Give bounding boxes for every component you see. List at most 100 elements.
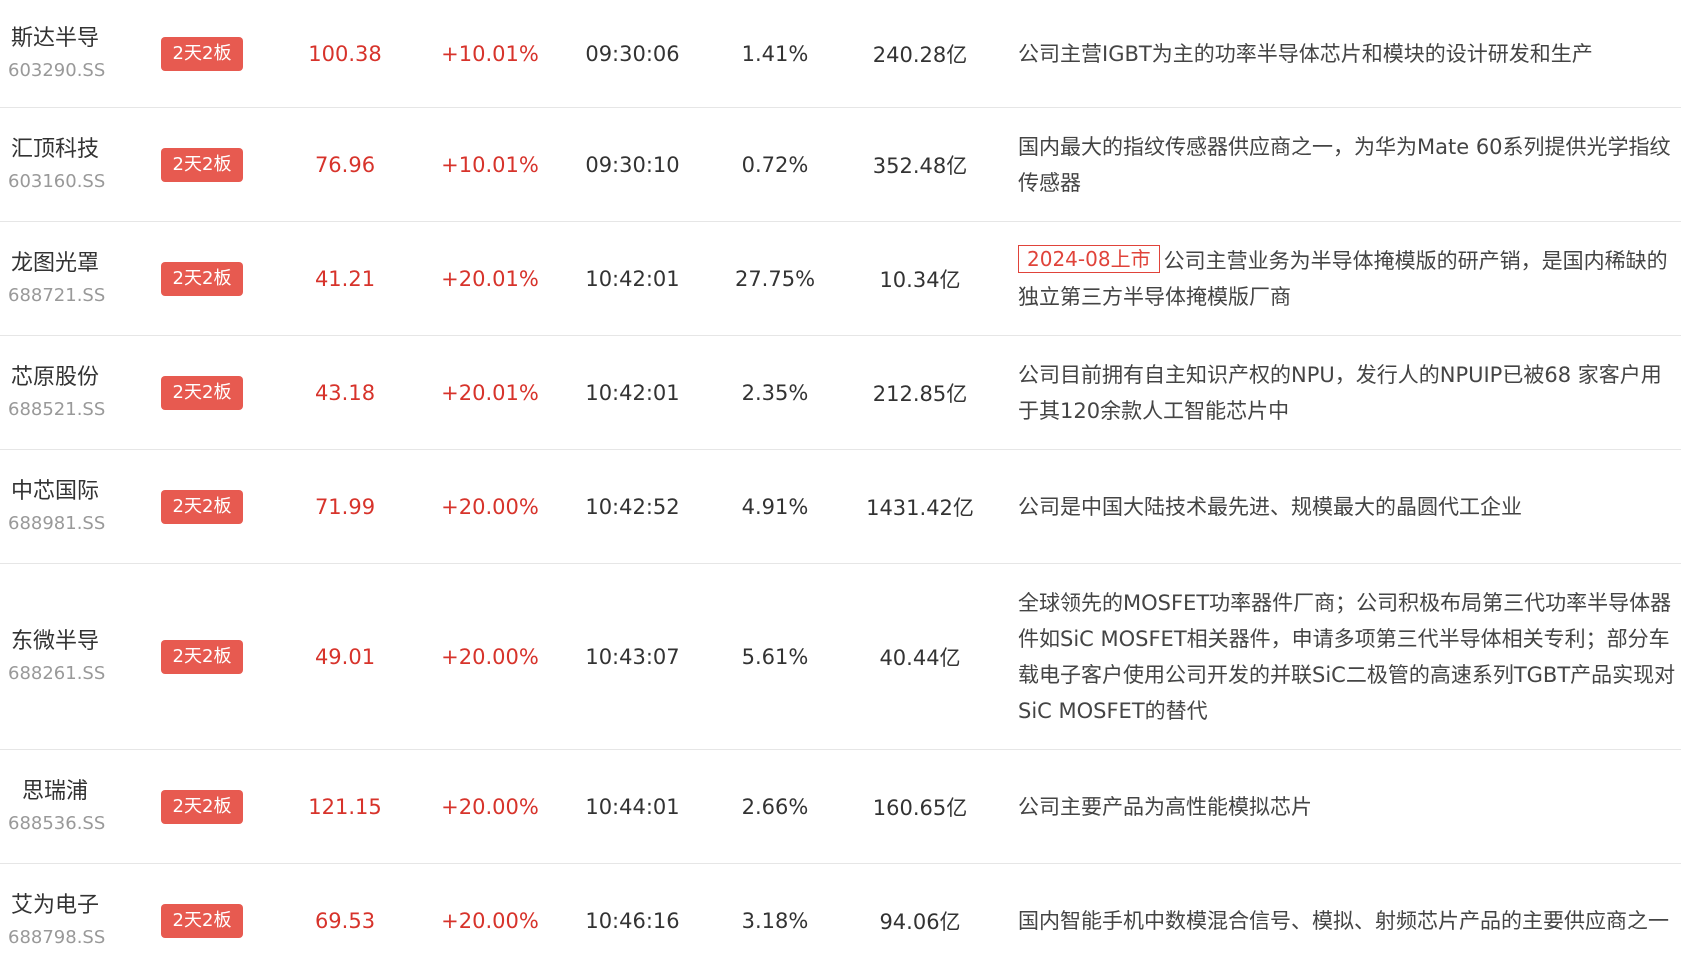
stock-code: 688521.SS [8,398,106,420]
description-cell: 公司主要产品为高性能模拟芯片 [1018,750,1681,863]
market-cap: 1431.42亿 [866,495,974,520]
description-cell: 国内智能手机中数模混合信号、模拟、射频芯片产品的主要供应商之一 [1018,864,1681,978]
stock-name-cell: 艾为电子 688798.SS [0,864,138,978]
stock-code: 688536.SS [8,812,106,834]
turnover-rate: 2.35% [741,380,809,405]
stock-name[interactable]: 艾为电子 [8,891,99,921]
change-percent: +20.01% [441,266,539,291]
market-cap: 160.65亿 [872,795,968,820]
table-row[interactable]: 斯达半导 603290.SS 2天2板 100.38 +10.01% 09:30… [0,0,1681,108]
limit-up-time: 09:30:10 [585,152,680,177]
limit-up-badge: 2天2板 [160,639,244,674]
description: 公司主要产品为高性能模拟芯片 [1018,794,1312,819]
listing-date-tag: 2024-08上市 [1018,244,1160,273]
description-cell: 2024-08上市 公司主营业务为半导体掩模版的研产销，是国内稀缺的独立第三方半导… [1018,222,1681,335]
turnover-rate: 4.91% [741,494,809,519]
price: 76.96 [314,152,376,177]
description-cell: 公司主营IGBT为主的功率半导体芯片和模块的设计研发和生产 [1018,0,1681,107]
price: 43.18 [314,380,376,405]
description: 全球领先的MOSFET功率器件厂商；公司积极布局第三代功率半导体器件如SiC M… [1018,590,1676,723]
stock-name[interactable]: 龙图光罩 [8,249,99,279]
limit-up-time: 10:43:07 [585,644,680,669]
stock-name[interactable]: 中芯国际 [8,477,99,507]
table-row[interactable]: 汇顶科技 603160.SS 2天2板 76.96 +10.01% 09:30:… [0,108,1681,222]
change-percent: +20.01% [441,380,539,405]
limit-up-badge: 2天2板 [160,261,244,296]
description: 公司是中国大陆技术最先进、规模最大的晶圆代工企业 [1018,494,1522,519]
limit-up-badge-cell: 2天2板 [157,222,247,335]
table-row[interactable]: 思瑞浦 688536.SS 2天2板 121.15 +20.00% 10:44:… [0,750,1681,864]
description-cell: 全球领先的MOSFET功率器件厂商；公司积极布局第三代功率半导体器件如SiC M… [1018,564,1681,749]
turnover-rate: 27.75% [734,266,816,291]
table-row[interactable]: 芯原股份 688521.SS 2天2板 43.18 +20.01% 10:42:… [0,336,1681,450]
stock-name-cell: 思瑞浦 688536.SS [0,750,138,863]
limit-up-time: 10:46:16 [585,909,680,933]
table-row[interactable]: 龙图光罩 688721.SS 2天2板 41.21 +20.01% 10:42:… [0,222,1681,336]
limit-up-badge: 2天2板 [160,375,244,410]
stock-name-cell: 中芯国际 688981.SS [0,450,138,563]
table-row[interactable]: 中芯国际 688981.SS 2天2板 71.99 +20.00% 10:42:… [0,450,1681,564]
turnover-rate: 0.72% [741,152,809,177]
market-cap: 212.85亿 [872,381,968,406]
limit-up-badge: 2天2板 [160,904,244,938]
limit-up-badge-cell: 2天2板 [157,750,247,863]
stock-code: 603160.SS [8,170,106,192]
change-percent: +20.00% [441,644,539,669]
limit-up-badge: 2天2板 [160,36,244,71]
change-percent: +10.01% [441,41,539,66]
change-percent: +10.01% [441,152,539,177]
price: 71.99 [314,494,376,519]
price: 49.01 [314,644,376,669]
market-cap: 10.34亿 [879,267,961,292]
stock-table: 斯达半导 603290.SS 2天2板 100.38 +10.01% 09:30… [0,0,1681,978]
limit-up-badge-cell: 2天2板 [157,564,247,749]
stock-code: 603290.SS [8,59,106,81]
stock-name-cell: 芯原股份 688521.SS [0,336,138,449]
stock-name[interactable]: 东微半导 [8,627,99,657]
stock-name-cell: 汇顶科技 603160.SS [0,108,138,221]
table-row[interactable]: 东微半导 688261.SS 2天2板 49.01 +20.00% 10:43:… [0,564,1681,750]
table-row[interactable]: 艾为电子 688798.SS 2天2板 69.53 +20.00% 10:46:… [0,864,1681,978]
stock-name[interactable]: 芯原股份 [8,363,99,393]
description: 公司目前拥有自主知识产权的NPU，发行人的NPUIP已被68 家客户用于其120… [1018,362,1662,423]
stock-name[interactable]: 思瑞浦 [8,777,88,807]
stock-code: 688981.SS [8,512,106,534]
change-percent: +20.00% [441,494,539,519]
limit-up-time: 10:44:01 [585,794,680,819]
description-cell: 公司目前拥有自主知识产权的NPU，发行人的NPUIP已被68 家客户用于其120… [1018,336,1681,449]
change-percent: +20.00% [441,909,539,933]
stock-code: 688261.SS [8,662,106,684]
limit-up-time: 10:42:01 [585,380,680,405]
limit-up-badge-cell: 2天2板 [157,336,247,449]
turnover-rate: 3.18% [741,909,809,933]
market-cap: 240.28亿 [872,42,968,67]
turnover-rate: 2.66% [741,794,809,819]
limit-up-time: 09:30:06 [585,41,680,66]
limit-up-badge-cell: 2天2板 [157,0,247,107]
stock-name[interactable]: 斯达半导 [8,24,99,54]
limit-up-badge: 2天2板 [160,789,244,824]
description: 国内智能手机中数模混合信号、模拟、射频芯片产品的主要供应商之一 [1018,909,1669,933]
stock-name-cell: 斯达半导 603290.SS [0,0,138,107]
price: 100.38 [308,41,382,66]
price: 41.21 [314,266,376,291]
turnover-rate: 5.61% [741,644,809,669]
limit-up-time: 10:42:01 [585,266,680,291]
change-percent: +20.00% [441,794,539,819]
stock-name-cell: 龙图光罩 688721.SS [0,222,138,335]
price: 121.15 [308,794,382,819]
stock-name[interactable]: 汇顶科技 [8,135,99,165]
market-cap: 352.48亿 [872,153,968,178]
limit-up-badge-cell: 2天2板 [157,108,247,221]
price: 69.53 [314,909,376,933]
limit-up-time: 10:42:52 [585,494,680,519]
market-cap: 40.44亿 [879,645,961,670]
description: 国内最大的指纹传感器供应商之一，为华为Mate 60系列提供光学指纹传感器 [1018,134,1671,195]
limit-up-badge-cell: 2天2板 [157,450,247,563]
stock-code: 688798.SS [8,927,106,948]
stock-name-cell: 东微半导 688261.SS [0,564,138,749]
description: 公司主营IGBT为主的功率半导体芯片和模块的设计研发和生产 [1018,41,1593,66]
limit-up-badge: 2天2板 [160,489,244,524]
turnover-rate: 1.41% [741,41,809,66]
limit-up-badge-cell: 2天2板 [157,864,247,978]
